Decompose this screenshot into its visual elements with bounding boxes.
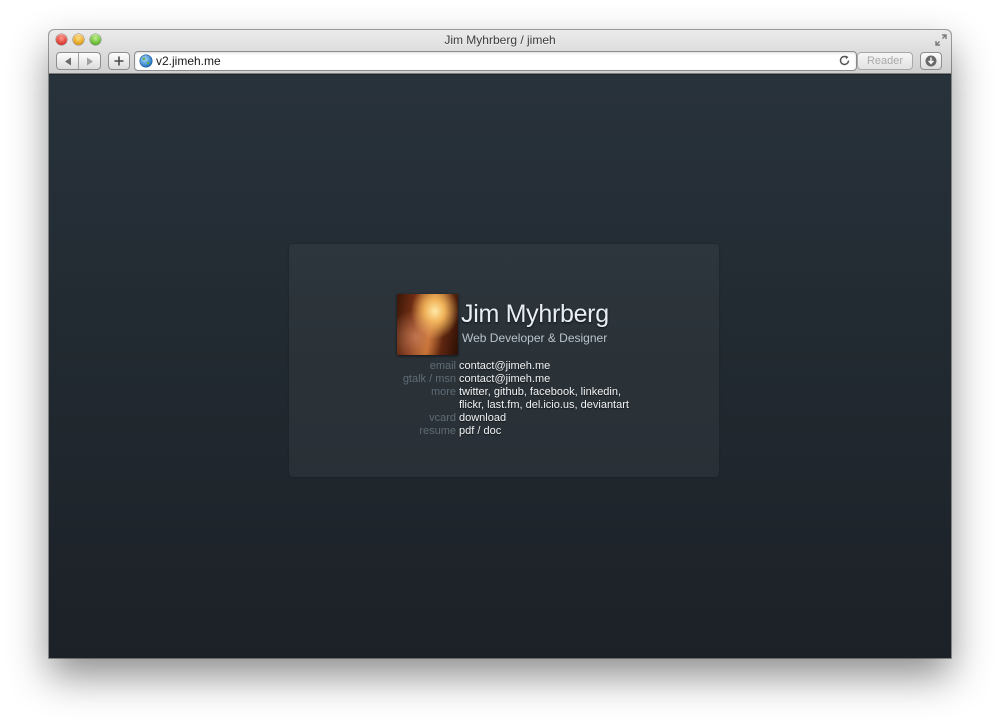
contact-row-gtalk: gtalk / msn contact@jimeh.me bbox=[389, 373, 719, 386]
back-arrow-icon bbox=[64, 57, 71, 65]
contact-row-more-2: flickr, last.fm, del.icio.us, deviantart bbox=[389, 399, 719, 412]
email-link[interactable]: contact@jimeh.me bbox=[459, 360, 550, 373]
fullscreen-icon[interactable] bbox=[935, 34, 947, 46]
more-label: more bbox=[430, 386, 456, 398]
gtalk-label: gtalk / msn bbox=[402, 373, 456, 385]
plus-icon bbox=[114, 56, 124, 66]
resume-links[interactable]: pdf / doc bbox=[459, 425, 501, 438]
address-bar[interactable]: v2.jimeh.me bbox=[134, 51, 857, 71]
profile-card: Jim Myhrberg Web Developer & Designer em… bbox=[289, 244, 719, 477]
forward-arrow-icon bbox=[86, 57, 93, 65]
add-bookmark-button[interactable] bbox=[108, 52, 130, 70]
contact-row-resume: resume pdf / doc bbox=[389, 425, 719, 438]
reader-button[interactable]: Reader bbox=[857, 52, 913, 70]
page-content: Jim Myhrberg Web Developer & Designer em… bbox=[49, 75, 951, 658]
forward-button[interactable] bbox=[78, 53, 100, 69]
contact-row-vcard: vcard download bbox=[389, 412, 719, 425]
download-icon bbox=[925, 55, 937, 67]
avatar bbox=[397, 294, 458, 355]
reload-icon[interactable] bbox=[838, 54, 851, 67]
social-links-line1[interactable]: twitter, github, facebook, linkedin, bbox=[459, 386, 621, 399]
downloads-button[interactable] bbox=[920, 52, 942, 70]
globe-icon bbox=[139, 54, 153, 68]
browser-window: Jim Myhrberg / jimeh v2.jimeh.me Reader … bbox=[49, 30, 951, 658]
back-button[interactable] bbox=[57, 53, 78, 69]
window-title: Jim Myhrberg / jimeh bbox=[444, 33, 556, 47]
contact-row-more: more twitter, github, facebook, linkedin… bbox=[389, 386, 719, 399]
vcard-label: vcard bbox=[429, 412, 456, 424]
email-label: email bbox=[429, 360, 456, 372]
contact-row-email: email contact@jimeh.me bbox=[389, 360, 719, 373]
contact-list: email contact@jimeh.me gtalk / msn conta… bbox=[389, 360, 719, 438]
url-text: v2.jimeh.me bbox=[156, 54, 221, 68]
profile-tagline: Web Developer & Designer bbox=[462, 331, 608, 345]
vcard-download-link[interactable]: download bbox=[459, 412, 506, 425]
gtalk-value[interactable]: contact@jimeh.me bbox=[459, 373, 550, 386]
browser-toolbar: Jim Myhrberg / jimeh v2.jimeh.me Reader bbox=[49, 30, 951, 74]
back-forward-buttons bbox=[56, 52, 101, 70]
resume-label: resume bbox=[419, 425, 456, 437]
profile-name: Jim Myhrberg bbox=[461, 300, 609, 328]
social-links-line2[interactable]: flickr, last.fm, del.icio.us, deviantart bbox=[459, 399, 629, 412]
